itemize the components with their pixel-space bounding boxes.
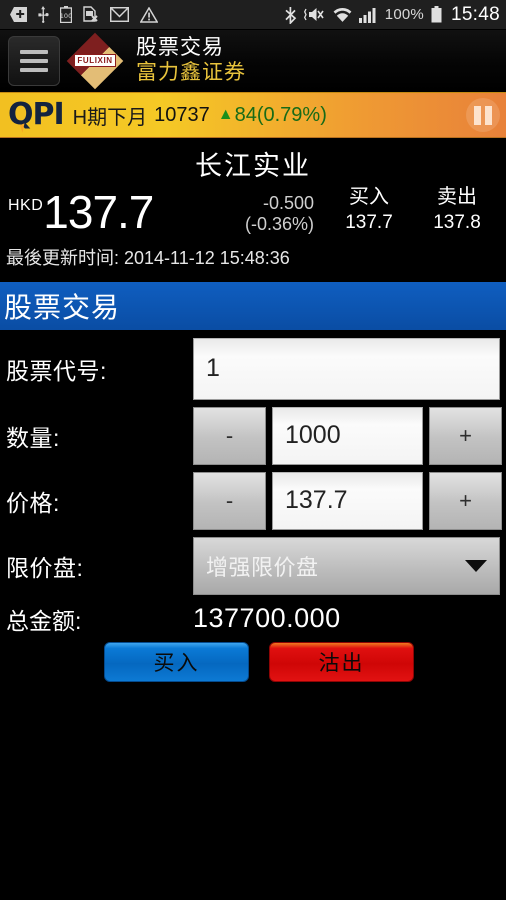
bid-value: 137.7	[345, 212, 393, 233]
wifi-icon	[333, 8, 352, 22]
usb-icon	[38, 6, 49, 23]
ticker-change-value: 84(0.79%)	[234, 103, 327, 126]
battery-percent-label: 100%	[384, 6, 424, 23]
section-title: 股票交易	[4, 291, 121, 323]
bluetooth-icon	[285, 6, 297, 24]
quantity-label: 数量:	[6, 424, 60, 451]
status-bar-left-icons: 100	[10, 6, 284, 23]
brand-logo-icon: FULIXIN	[64, 32, 126, 89]
svg-text:100: 100	[60, 12, 72, 20]
signal-icon	[358, 7, 376, 23]
change-block: -0.500 (-0.36%)	[245, 193, 318, 234]
order-type-control: 增强限价盘	[193, 536, 500, 595]
status-bar: 100 100% 15:48	[0, 0, 506, 30]
warning-icon	[140, 6, 158, 23]
pause-bar-2	[485, 105, 492, 125]
pause-bar-1	[474, 105, 481, 125]
menu-bar-2	[20, 58, 48, 63]
price-input[interactable]: 137.7	[272, 471, 423, 530]
logo-text: FULIXIN	[77, 56, 113, 65]
menu-bar-1	[20, 49, 48, 54]
ask-value: 137.8	[433, 212, 481, 233]
bid-block: 买入 137.7	[330, 185, 408, 235]
battery-icon	[431, 6, 442, 23]
quantity-input[interactable]: 1000	[272, 406, 423, 465]
stock-code-row: 股票代号: 1	[6, 337, 500, 400]
qpi-logo-icon: QPI	[8, 97, 65, 133]
price-row: 价格: - 137.7 +	[6, 471, 502, 530]
sim-card-error-icon	[83, 6, 98, 22]
sell-button[interactable]: 沽出	[269, 641, 414, 682]
order-type-selected-value: 增强限价盘	[206, 554, 319, 580]
change-absolute-value: -0.500	[262, 193, 314, 214]
price-stepper: - 137.7 +	[193, 471, 502, 530]
chevron-down-icon	[465, 559, 487, 572]
total-amount-label: 总金额:	[6, 607, 82, 634]
change-percent-value: (-0.36%)	[244, 214, 314, 235]
total-amount-value: 137700.000	[193, 603, 341, 634]
currency-label: HKD	[8, 196, 44, 214]
price-block: HKD 137.7	[8, 185, 154, 238]
stock-code-control: 1	[193, 337, 500, 400]
quote-detail-row: HKD 137.7 -0.500 (-0.36%) 买入 137.7 卖出 13…	[0, 183, 506, 235]
qpi-logo-text: QPI	[8, 97, 65, 132]
pause-icon[interactable]	[466, 98, 500, 132]
ask-block: 卖出 137.8	[418, 185, 496, 235]
stock-name-label: 长江实业	[195, 151, 311, 181]
section-header: 股票交易	[0, 281, 506, 330]
action-buttons: 买入 沽出	[6, 636, 500, 682]
ticker-up-arrow-icon: ▲	[217, 106, 234, 123]
stock-code-input[interactable]: 1	[193, 337, 500, 400]
status-bar-right-icons: 100% 15:48	[284, 4, 500, 26]
buy-button[interactable]: 买入	[104, 641, 249, 682]
app-title: 股票交易	[136, 35, 224, 59]
mute-vibrate-icon	[303, 8, 324, 21]
bid-label: 买入	[349, 186, 389, 208]
quantity-stepper: - 1000 +	[193, 406, 502, 465]
trade-form: 股票代号: 1 数量: - 1000 + 价格: - 137.7 + 限价盘: …	[0, 330, 506, 682]
index-ticker-bar[interactable]: QPI H期下月 10737 ▲ 84(0.79%)	[0, 92, 506, 138]
quantity-plus-button[interactable]: +	[429, 406, 502, 465]
stock-quote-panel: 长江实业 HKD 137.7 -0.500 (-0.36%) 买入 137.7 …	[0, 138, 506, 282]
ticker-index-name: H期下月	[72, 106, 148, 129]
last-price-value: 137.7	[43, 185, 154, 238]
quantity-row: 数量: - 1000 +	[6, 406, 502, 465]
menu-bar-3	[20, 67, 48, 72]
quantity-minus-button[interactable]: -	[193, 406, 266, 465]
order-type-row: 限价盘: 增强限价盘	[6, 536, 500, 595]
gmail-icon	[110, 7, 129, 22]
total-amount-row: 总金额: 137700.000	[6, 602, 500, 636]
app-titles: 股票交易 富力鑫证券	[136, 35, 246, 84]
app-header: FULIXIN 股票交易 富力鑫证券	[0, 30, 506, 92]
clock-label: 15:48	[450, 3, 500, 25]
order-type-select[interactable]: 增强限价盘	[193, 536, 500, 595]
ask-label: 卖出	[437, 186, 477, 208]
ticker-index-value: 10737	[154, 103, 210, 126]
add-icon	[10, 7, 27, 22]
price-label: 价格:	[6, 489, 60, 516]
last-updated-label: 最後更新时间: 2014-11-12 15:48:36	[6, 247, 290, 268]
price-minus-button[interactable]: -	[193, 471, 266, 530]
battery-100-icon: 100	[60, 6, 72, 23]
app-subtitle: 富力鑫证券	[136, 60, 246, 84]
logo-band: FULIXIN	[74, 54, 116, 67]
order-type-label: 限价盘:	[6, 554, 84, 581]
price-plus-button[interactable]: +	[429, 471, 502, 530]
stock-code-label: 股票代号:	[6, 357, 107, 384]
hamburger-menu-icon[interactable]	[8, 35, 60, 86]
